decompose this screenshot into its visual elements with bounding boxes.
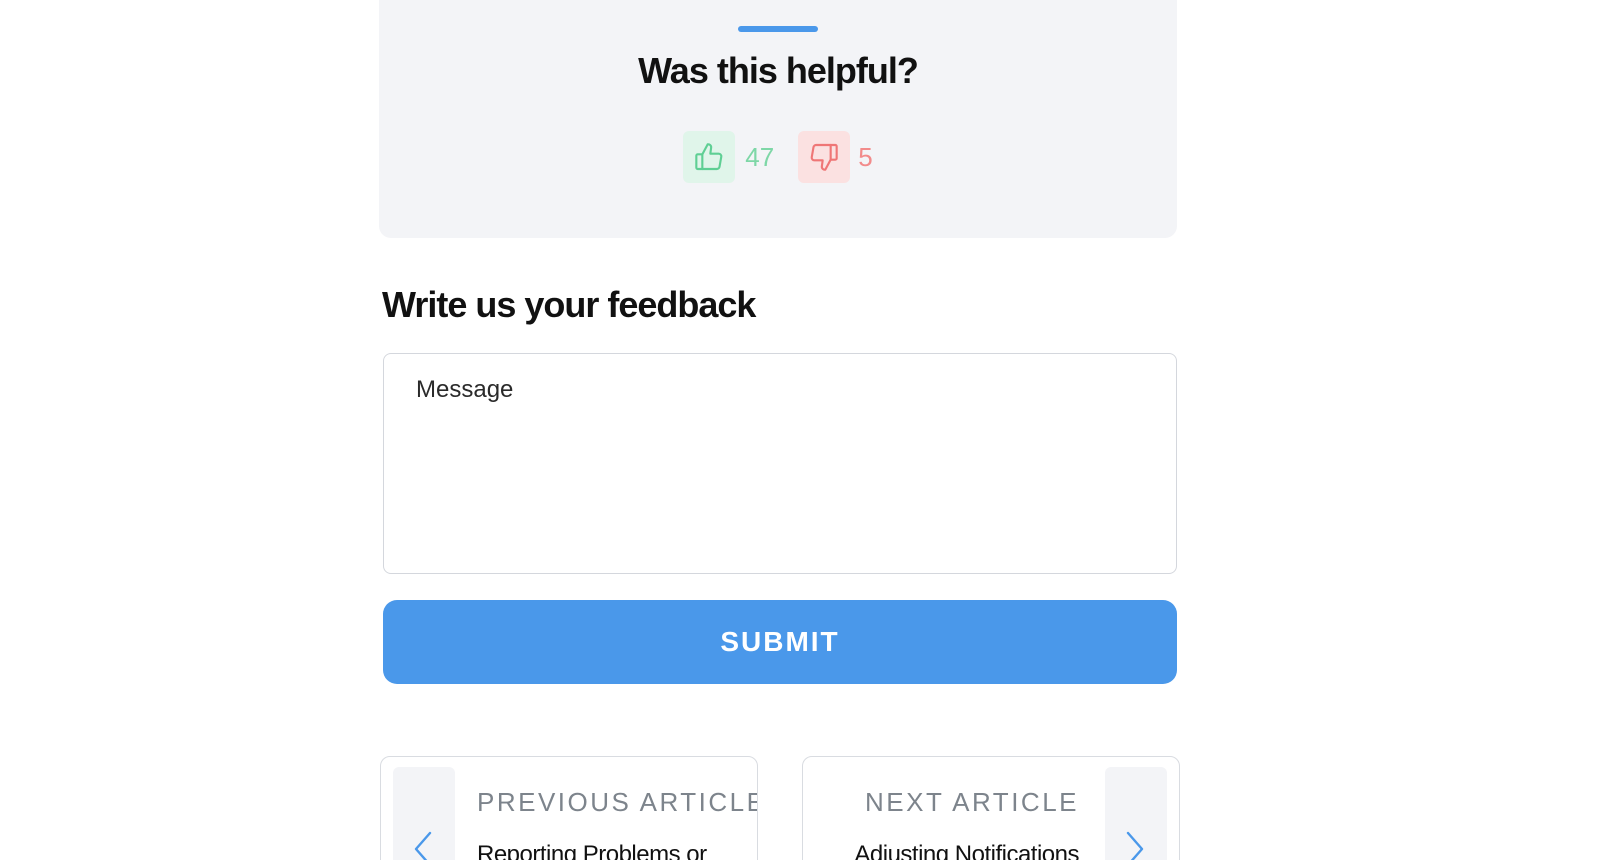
- upvote-button[interactable]: 47: [683, 131, 774, 183]
- next-article-title[interactable]: Adjusting Notifications: [854, 841, 1079, 860]
- feedback-title: Write us your feedback: [382, 284, 756, 325]
- feedback-page: Was this helpful? 47 5 Write us your fee…: [0, 0, 1600, 860]
- next-arrow-panel[interactable]: [1105, 767, 1167, 860]
- helpful-title: Was this helpful?: [638, 50, 919, 91]
- previous-arrow-panel[interactable]: [393, 767, 455, 860]
- downvote-count: 5: [858, 141, 873, 172]
- message-input[interactable]: [383, 353, 1177, 574]
- chevron-right-icon: [1126, 831, 1144, 860]
- upvote-count: 47: [745, 141, 775, 172]
- previous-article-card[interactable]: PREVIOUS ARTICLE Reporting Problems or: [380, 756, 758, 860]
- thumbs-down-icon[interactable]: [798, 131, 851, 183]
- vote-row: 47 5: [379, 131, 1177, 183]
- previous-article-title[interactable]: Reporting Problems or: [477, 841, 707, 860]
- downvote-button[interactable]: 5: [798, 131, 873, 183]
- next-article-label: NEXT ARTICLE: [865, 787, 1079, 817]
- helpful-card: Was this helpful? 47 5: [379, 0, 1177, 238]
- previous-article-label: PREVIOUS ARTICLE: [477, 787, 758, 817]
- chevron-left-icon: [414, 831, 432, 860]
- next-article-card[interactable]: NEXT ARTICLE Adjusting Notifications: [802, 756, 1180, 860]
- accent-bar: [738, 26, 818, 32]
- submit-button[interactable]: SUBMIT: [383, 600, 1177, 684]
- thumbs-up-icon[interactable]: [683, 131, 736, 183]
